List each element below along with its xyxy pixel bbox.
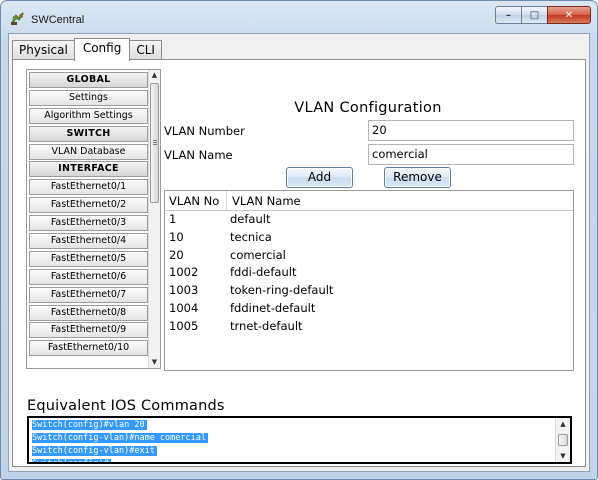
- nav-item[interactable]: FastEthernet0/8: [29, 304, 148, 321]
- table-row[interactable]: 1 default: [165, 211, 573, 229]
- vlan-name-cell: tecnica: [230, 229, 272, 244]
- window-title: SWCentral: [31, 14, 85, 26]
- table-row[interactable]: 1003 token-ring-default: [165, 282, 573, 300]
- vlan-table-body: 1 default 10 tecnica 20 comercial 1002 fddi-def…: [165, 211, 573, 336]
- nav-item[interactable]: VLAN Database: [29, 143, 148, 160]
- console-line: Switch(config)#: [32, 458, 111, 462]
- ios-commands-console[interactable]: Switch(config)#vlan 20 Switch(config-vlan…: [27, 416, 572, 464]
- vlan-config-title: VLAN Configuration: [294, 100, 442, 116]
- nav-item[interactable]: FastEthernet0/2: [29, 197, 148, 214]
- vlan-name-label: VLAN Name: [164, 148, 233, 162]
- minimize-button[interactable]: –: [495, 6, 521, 24]
- scroll-down-icon[interactable]: ▼: [149, 357, 160, 368]
- vlan-name-cell: trnet-default: [230, 318, 303, 333]
- table-row[interactable]: 1004 fddinet-default: [165, 300, 573, 318]
- vlan-no-cell: 1004: [169, 300, 199, 315]
- column-header-vlan-no[interactable]: VLAN No: [165, 191, 227, 210]
- tab-cli[interactable]: CLI: [129, 40, 162, 60]
- table-row[interactable]: 1005 trnet-default: [165, 318, 573, 336]
- vlan-no-cell: 10: [169, 229, 184, 244]
- nav-item[interactable]: FastEthernet0/10: [29, 340, 148, 357]
- tab-bar: Physical Config CLI: [12, 38, 162, 61]
- table-row[interactable]: 10 tecnica: [165, 229, 573, 247]
- console-line: Switch(config-vlan)#name comercial: [32, 432, 208, 445]
- maximize-button[interactable]: □: [521, 6, 547, 24]
- console-line: Switch(config-vlan)#exit: [32, 445, 157, 458]
- window-controls: – □ ✕: [495, 6, 591, 24]
- vlan-no-cell: 1005: [169, 318, 199, 333]
- vlan-name-cell: default: [230, 212, 271, 226]
- nav-item[interactable]: FastEthernet0/5: [29, 250, 148, 267]
- client-area: Physical Config CLI GLOBAL Settings Algori…: [8, 33, 590, 472]
- nav-item[interactable]: FastEthernet0/3: [29, 215, 148, 232]
- vlan-name-cell: fddinet-default: [230, 300, 316, 315]
- tab-config[interactable]: Config: [73, 38, 131, 61]
- nav-item[interactable]: FastEthernet0/4: [29, 233, 148, 250]
- console-line: Switch(config)#vlan 20: [32, 419, 147, 432]
- app-window: SWCentral – □ ✕ Physical Config CLI GLOB…: [0, 0, 598, 480]
- remove-button[interactable]: Remove: [384, 167, 451, 188]
- nav-section-header: INTERFACE: [29, 161, 148, 178]
- vlan-table-header: VLAN No VLAN Name: [165, 191, 573, 211]
- console-line-text: Switch(config)#: [32, 459, 111, 462]
- ios-commands-title: Equivalent IOS Commands: [27, 398, 225, 414]
- table-row[interactable]: 1002 fddi-default: [165, 264, 573, 282]
- switch-app-icon: [11, 12, 24, 25]
- scroll-down-icon[interactable]: ▼: [556, 451, 570, 462]
- close-button[interactable]: ✕: [547, 6, 591, 24]
- nav-item[interactable]: FastEthernet0/9: [29, 322, 148, 339]
- console-line-text: Switch(config-vlan)#exit: [32, 446, 157, 456]
- scroll-up-icon[interactable]: ▲: [149, 70, 160, 81]
- close-icon: ✕: [564, 9, 574, 21]
- nav-section-header: GLOBAL: [29, 72, 148, 88]
- vlan-number-label: VLAN Number: [164, 124, 245, 138]
- vlan-number-input[interactable]: 20: [368, 120, 574, 141]
- console-scrollbar[interactable]: ▲ ▼: [555, 418, 570, 462]
- config-nav-list: GLOBAL Settings Algorithm Settings SWITCH VL…: [26, 69, 161, 369]
- nav-item[interactable]: FastEthernet0/1: [29, 179, 148, 196]
- tab-physical[interactable]: Physical: [12, 40, 75, 60]
- vlan-name-cell: fddi-default: [230, 265, 297, 280]
- nav-item[interactable]: Algorithm Settings: [29, 107, 148, 124]
- column-header-vlan-name[interactable]: VLAN Name: [227, 191, 301, 210]
- scroll-thumb[interactable]: [150, 83, 159, 203]
- nav-item[interactable]: FastEthernet0/6: [29, 268, 148, 285]
- nav-items: GLOBAL Settings Algorithm Settings SWITCH VL…: [29, 72, 148, 358]
- console-line-text: Switch(config)#vlan 20: [32, 420, 147, 430]
- add-button[interactable]: Add: [286, 167, 353, 188]
- title-bar[interactable]: SWCentral – □ ✕: [1, 1, 597, 33]
- console-line-text: Switch(config-vlan)#name comercial: [32, 433, 208, 443]
- vlan-no-cell: 1: [169, 212, 177, 226]
- vlan-no-cell: 1003: [169, 283, 199, 298]
- nav-item[interactable]: FastEthernet0/7: [29, 286, 148, 303]
- scroll-up-icon[interactable]: ▲: [556, 419, 570, 430]
- vlan-table: VLAN No VLAN Name 1 default 10 tecnica 20 com…: [164, 190, 574, 371]
- nav-item[interactable]: Settings: [29, 89, 148, 106]
- minimize-icon: –: [506, 9, 511, 21]
- vlan-name-cell: token-ring-default: [230, 283, 334, 298]
- vlan-no-cell: 1002: [169, 265, 199, 280]
- vlan-no-cell: 20: [169, 247, 184, 262]
- nav-section-header: SWITCH: [29, 125, 148, 142]
- nav-scrollbar[interactable]: ▲ ▼: [148, 70, 160, 368]
- vlan-name-cell: comercial: [230, 247, 286, 262]
- console-scroll-thumb[interactable]: [558, 434, 568, 446]
- vlan-name-input[interactable]: comercial: [368, 144, 574, 165]
- maximize-icon: □: [529, 9, 540, 21]
- table-row[interactable]: 20 comercial: [165, 247, 573, 265]
- config-panel: GLOBAL Settings Algorithm Settings SWITCH VL…: [12, 59, 586, 467]
